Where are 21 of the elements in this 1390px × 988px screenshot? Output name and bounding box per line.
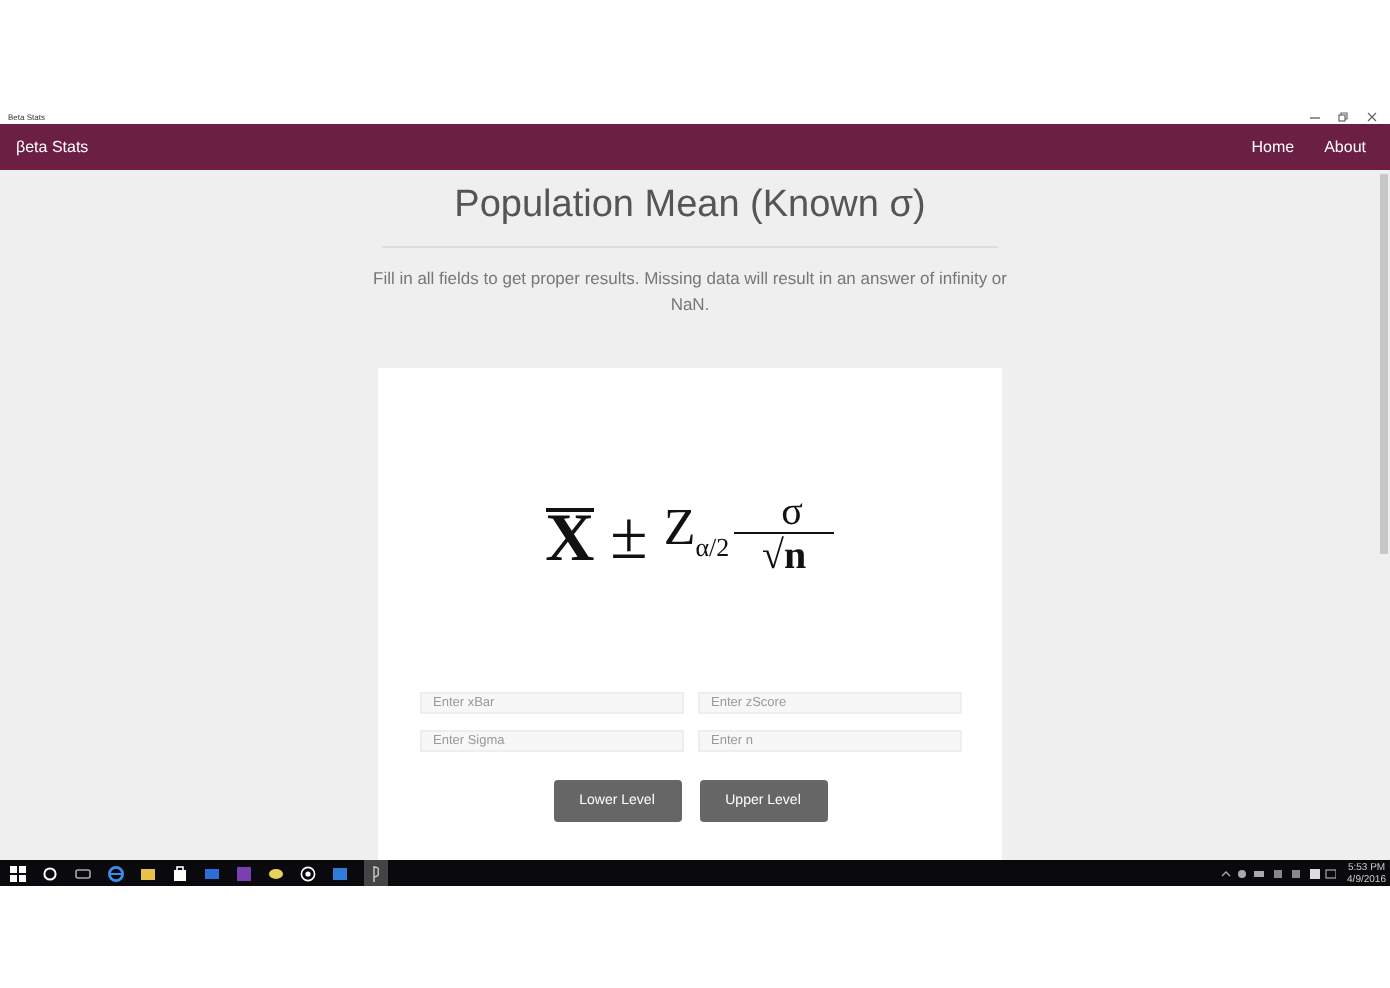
brand-link[interactable]: βeta Stats — [16, 138, 89, 156]
start-icon[interactable] — [10, 865, 26, 881]
minimize-icon[interactable] — [1310, 111, 1322, 121]
task-view-icon[interactable] — [74, 865, 92, 881]
formula: X ± Z$_{α/2}$ σ √n — [545, 492, 835, 584]
scrollbar[interactable] — [1380, 174, 1388, 554]
nav-link[interactable]: About — [1324, 138, 1366, 156]
bag-icon[interactable] — [172, 865, 188, 881]
app-icon[interactable] — [364, 860, 388, 886]
page-heading: Population Mean (Known σ) — [454, 184, 926, 228]
code-icon[interactable] — [332, 865, 348, 881]
close-icon[interactable] — [1366, 111, 1378, 121]
restore-icon[interactable] — [1338, 111, 1350, 121]
instructions-text: Fill in all fields to get proper results. Missing data will result in an answer of infinity or NaN. — [371, 266, 1009, 318]
app-tile-icon[interactable] — [204, 865, 220, 881]
search-icon[interactable] — [42, 865, 58, 881]
nav-link[interactable]: Home — [1251, 138, 1295, 156]
disc-icon[interactable] — [300, 865, 316, 881]
browser-icon[interactable] — [108, 865, 124, 881]
folder-icon[interactable] — [140, 865, 156, 881]
chat-icon[interactable] — [268, 865, 284, 881]
